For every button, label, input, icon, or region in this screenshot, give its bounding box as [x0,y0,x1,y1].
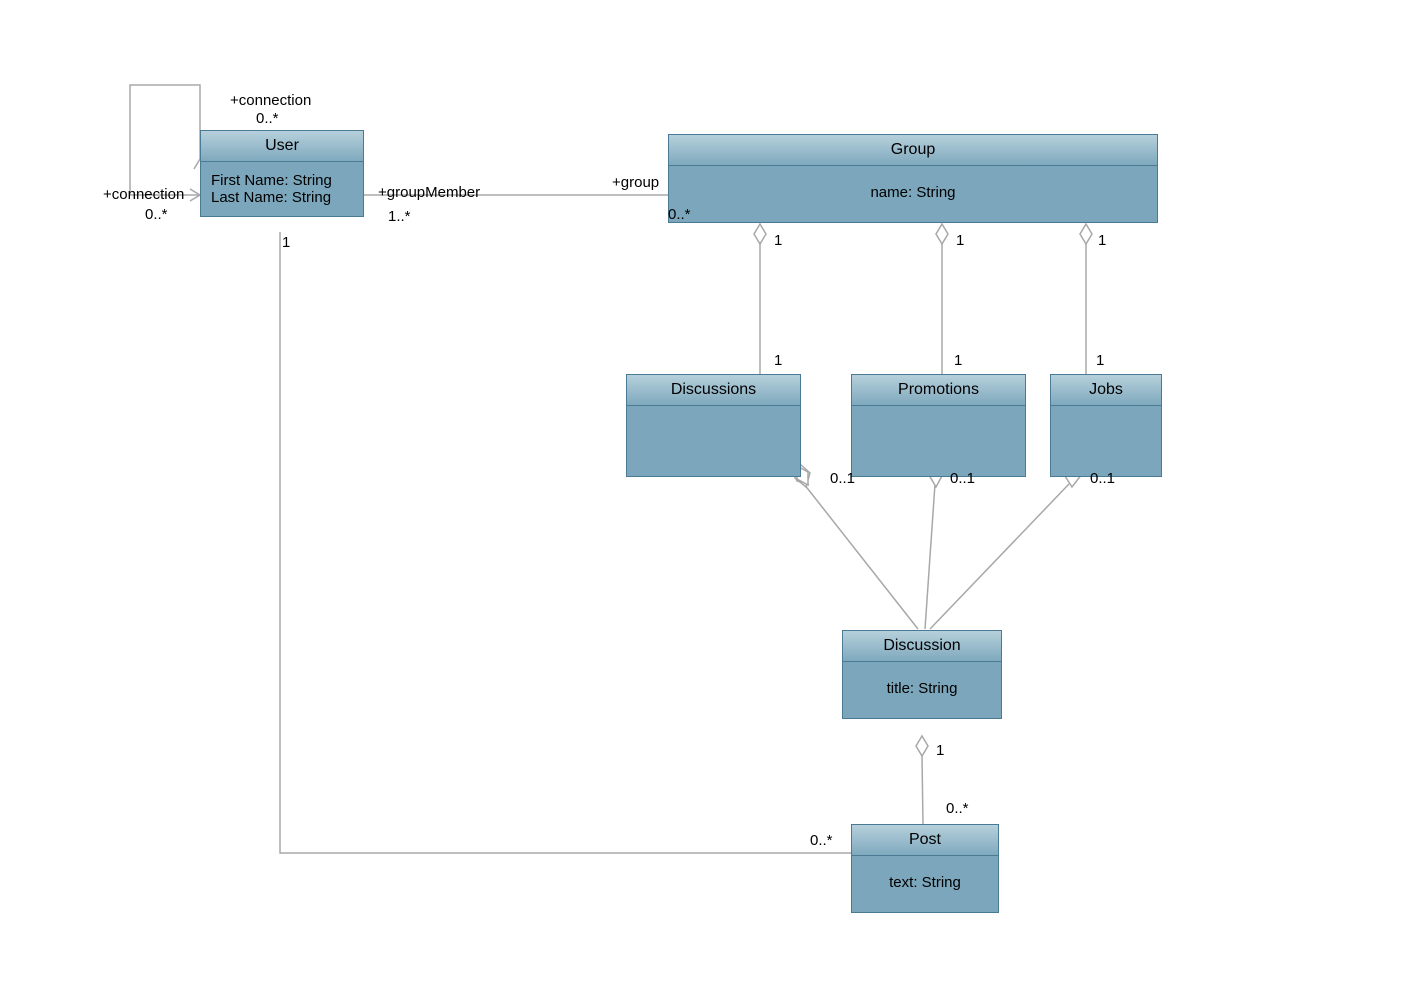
label-prom-one: 1 [954,352,962,369]
label-group-role-mult: 0..* [668,206,691,223]
class-discussions-title: Discussions [627,375,800,406]
attr-row: title: String [887,680,958,697]
attr-row: Last Name: String [211,189,353,206]
attr-row: First Name: String [211,172,353,189]
label-post-left-zm: 0..* [810,832,833,849]
label-group-one-c: 1 [1098,232,1106,249]
label-connection-left: +connection [103,186,184,203]
label-connection-top: +connection [230,92,311,109]
class-user-title: User [201,131,363,162]
label-jobs-zo: 0..1 [1090,470,1115,487]
label-group-one-a: 1 [774,232,782,249]
label-connection-left-mult: 0..* [145,206,168,223]
label-disc-one: 1 [774,352,782,369]
class-user-body: First Name: String Last Name: String [201,162,363,216]
class-jobs-body [1051,406,1161,476]
class-user: User First Name: String Last Name: Strin… [200,130,364,217]
class-jobs-title: Jobs [1051,375,1161,406]
label-post-zm: 0..* [946,800,969,817]
label-groupmember: +groupMember [378,184,480,201]
class-discussions: Discussions [626,374,801,477]
class-discussions-body [627,406,800,476]
class-post: Post text: String [851,824,999,913]
class-promotions: Promotions [851,374,1026,477]
attr-row: name: String [870,184,955,201]
label-discussion-one: 1 [936,742,944,759]
label-group-one-b: 1 [956,232,964,249]
class-promotions-body [852,406,1025,476]
class-group: Group name: String [668,134,1158,223]
label-disc-zo: 0..1 [830,470,855,487]
label-connection-top-mult: 0..* [256,110,279,127]
class-group-title: Group [669,135,1157,166]
label-prom-zo: 0..1 [950,470,975,487]
class-jobs: Jobs [1050,374,1162,477]
attr-row: text: String [889,874,961,891]
label-groupmember-mult: 1..* [388,208,411,225]
class-post-title: Post [852,825,998,856]
class-promotions-title: Promotions [852,375,1025,406]
class-discussion-body: title: String [843,662,1001,718]
label-jobs-one: 1 [1096,352,1104,369]
class-group-body: name: String [669,166,1157,222]
label-group-role: +group [612,174,659,191]
class-post-body: text: String [852,856,998,912]
class-discussion: Discussion title: String [842,630,1002,719]
label-user-one: 1 [282,234,290,251]
class-discussion-title: Discussion [843,631,1001,662]
